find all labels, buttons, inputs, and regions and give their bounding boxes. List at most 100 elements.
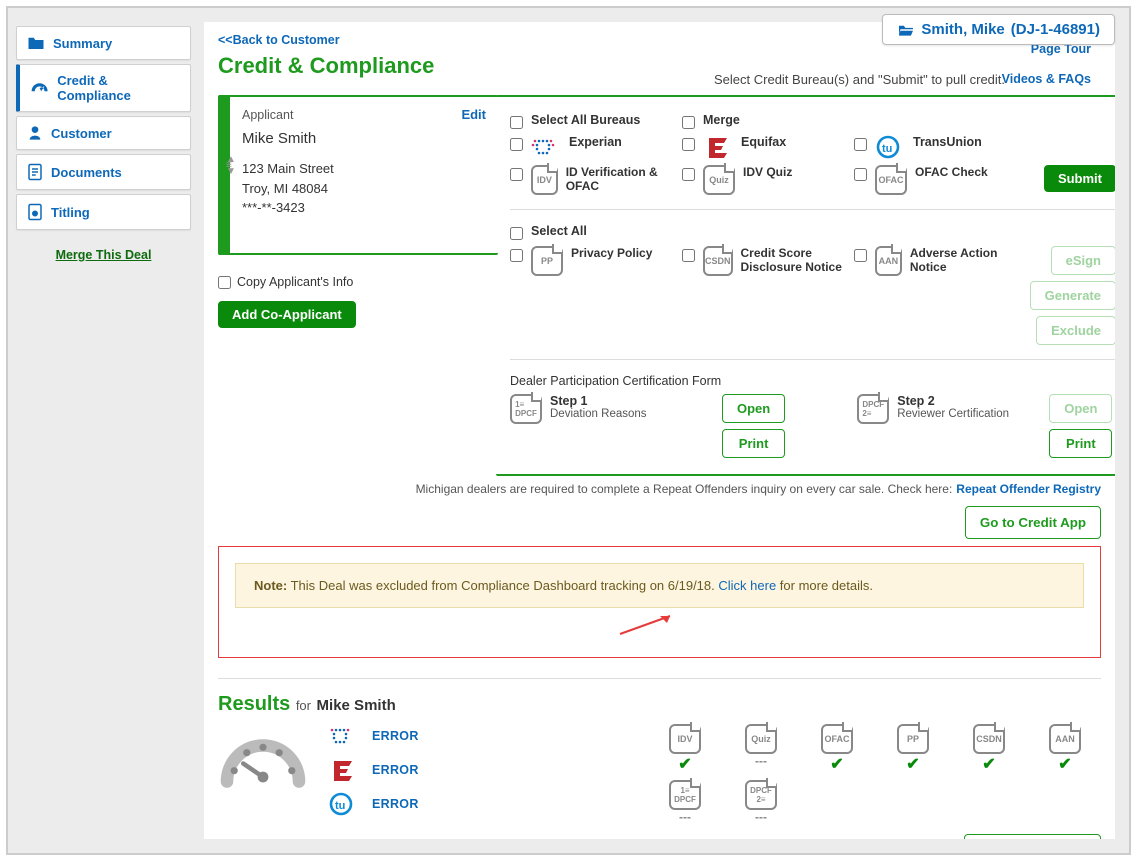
ofac-status-icon: OFAC bbox=[821, 724, 853, 754]
dpcf-step1-label: Step 1 bbox=[550, 394, 647, 408]
gauge-icon bbox=[30, 80, 49, 96]
note-prefix: Note: bbox=[254, 578, 287, 593]
dpcf-step1-sub: Deviation Reasons bbox=[550, 408, 647, 421]
dpcf1-open-button[interactable]: Open bbox=[722, 394, 785, 423]
repeat-offender-link[interactable]: Repeat Offender Registry bbox=[956, 482, 1101, 496]
dpcf2-status-icon: DPCF2≡ bbox=[745, 780, 777, 810]
merge-checkbox[interactable]: Merge bbox=[682, 113, 842, 129]
experian-label: Experian bbox=[569, 135, 622, 150]
note-link[interactable]: Click here bbox=[718, 578, 776, 593]
instruction-text: Select Credit Bureau(s) and "Submit" to … bbox=[714, 72, 1005, 87]
dpcf1-icon: 1≡DPCF bbox=[510, 394, 542, 424]
transunion-icon: tu bbox=[875, 135, 905, 159]
customer-badge[interactable]: Smith, Mike (DJ-1-46891) bbox=[882, 14, 1115, 45]
aan-status-icon: AAN bbox=[1049, 724, 1081, 754]
pp-status: ✔ bbox=[877, 754, 949, 774]
dpcf2-open-button[interactable]: Open bbox=[1049, 394, 1112, 423]
transunion-label: TransUnion bbox=[913, 135, 982, 150]
dpcf2-print-button[interactable]: Print bbox=[1049, 429, 1112, 458]
equifax-checkbox[interactable]: Equifax bbox=[682, 135, 842, 159]
select-all-bureaus[interactable]: Select All Bureaus bbox=[510, 113, 670, 129]
edit-applicant-link[interactable]: Edit bbox=[461, 107, 486, 122]
ofac-status: ✔ bbox=[801, 754, 873, 774]
michigan-notice: Michigan dealers are required to complet… bbox=[416, 482, 953, 496]
equifax-error: ERROR bbox=[372, 763, 419, 777]
quiz-status-icon: Quiz bbox=[745, 724, 777, 754]
applicant-address-line2: Troy, MI 48084 bbox=[242, 179, 486, 199]
note-body: This Deal was excluded from Compliance D… bbox=[287, 578, 718, 593]
csdn-icon: CSDN bbox=[703, 246, 733, 276]
nav-titling[interactable]: Titling bbox=[16, 194, 191, 230]
nav-credit-label: Credit & Compliance bbox=[57, 73, 180, 103]
main-content: <<Back to Customer Page Tour Videos & FA… bbox=[204, 22, 1115, 839]
go-to-credit-app-button[interactable]: Go to Credit App bbox=[965, 506, 1101, 539]
csdn-label: Credit Score Disclosure Notice bbox=[741, 246, 842, 275]
privacy-policy-label: Privacy Policy bbox=[571, 246, 652, 260]
drag-handle-icon[interactable]: ▲≡▼ bbox=[226, 157, 236, 175]
privacy-policy-checkbox[interactable]: PP Privacy Policy bbox=[510, 246, 670, 276]
add-co-applicant-button[interactable]: Add Co-Applicant bbox=[218, 301, 356, 328]
experian-error: ERROR bbox=[372, 729, 419, 743]
select-all-bureaus-label: Select All Bureaus bbox=[531, 113, 640, 128]
dpcf1-status-icon: 1≡DPCF bbox=[669, 780, 701, 810]
experian-result: ERROR bbox=[328, 724, 419, 748]
experian-checkbox[interactable]: Experian bbox=[510, 135, 670, 159]
merge-label: Merge bbox=[703, 113, 740, 128]
transunion-result: tu ERROR bbox=[328, 792, 419, 816]
folder-open-icon bbox=[897, 23, 915, 37]
submit-button[interactable]: Submit bbox=[1044, 165, 1115, 192]
transunion-checkbox[interactable]: tu TransUnion bbox=[854, 135, 1014, 159]
copy-applicant-label: Copy Applicant's Info bbox=[237, 275, 353, 289]
annotation-arrow-icon bbox=[615, 610, 685, 638]
results-heading: Results bbox=[218, 693, 290, 715]
aan-checkbox[interactable]: AAN Adverse Action Notice bbox=[854, 246, 1014, 276]
deal-id: (DJ-1-46891) bbox=[1011, 21, 1100, 38]
idv-label: ID Verification & OFAC bbox=[566, 165, 670, 194]
person-icon bbox=[27, 125, 43, 141]
nav-customer-label: Customer bbox=[51, 126, 112, 141]
dpcf-step2-label: Step 2 bbox=[897, 394, 1009, 408]
idv-status: ✔ bbox=[649, 754, 721, 774]
svg-text:tu: tu bbox=[335, 800, 345, 812]
select-all-docs[interactable]: Select All bbox=[510, 224, 670, 240]
status-grid: IDV✔ Quiz--- OFAC✔ PP✔ CSDN✔ AAN✔ 1≡DPCF… bbox=[649, 724, 1101, 824]
dpcf2-status: --- bbox=[725, 810, 797, 824]
idv-status-icon: IDV bbox=[669, 724, 701, 754]
exclude-button[interactable]: Exclude bbox=[1036, 316, 1115, 345]
quiz-status: --- bbox=[725, 754, 797, 768]
applicant-address-line1: 123 Main Street bbox=[242, 159, 486, 179]
ofac-checkbox[interactable]: OFAC OFAC Check bbox=[854, 165, 1014, 195]
applicant-name: Mike Smith bbox=[242, 130, 486, 147]
note-suffix: for more details. bbox=[776, 578, 873, 593]
results-name: Mike Smith bbox=[317, 697, 396, 714]
idv-quiz-label: IDV Quiz bbox=[743, 165, 792, 179]
print-documents-button[interactable]: Print Documents bbox=[964, 834, 1101, 839]
document-icon bbox=[27, 163, 43, 181]
nav-titling-label: Titling bbox=[51, 205, 90, 220]
privacy-policy-icon: PP bbox=[531, 246, 563, 276]
nav-documents[interactable]: Documents bbox=[16, 154, 191, 190]
sidebar: Summary Credit & Compliance Customer Doc… bbox=[16, 26, 191, 262]
ofac-icon: OFAC bbox=[875, 165, 907, 195]
merge-deal-link[interactable]: Merge This Deal bbox=[16, 248, 191, 262]
back-to-customer-link[interactable]: <<Back to Customer bbox=[218, 33, 340, 47]
aan-label: Adverse Action Notice bbox=[910, 246, 1014, 275]
csdn-status-icon: CSDN bbox=[973, 724, 1005, 754]
svg-text:tu: tu bbox=[882, 143, 892, 155]
copy-applicant-checkbox[interactable] bbox=[218, 276, 231, 289]
idv-icon: IDV bbox=[531, 165, 558, 195]
nav-customer[interactable]: Customer bbox=[16, 116, 191, 150]
generate-button[interactable]: Generate bbox=[1030, 281, 1115, 310]
transunion-error: ERROR bbox=[372, 797, 419, 811]
idv-quiz-checkbox[interactable]: Quiz IDV Quiz bbox=[682, 165, 842, 195]
dpcf1-print-button[interactable]: Print bbox=[722, 429, 785, 458]
titling-icon bbox=[27, 203, 43, 221]
csdn-status: ✔ bbox=[953, 754, 1025, 774]
nav-credit-compliance[interactable]: Credit & Compliance bbox=[16, 64, 191, 112]
dpcf1-status: --- bbox=[649, 810, 721, 824]
csdn-checkbox[interactable]: CSDN Credit Score Disclosure Notice bbox=[682, 246, 842, 276]
videos-faqs-link[interactable]: Videos & FAQs bbox=[1002, 72, 1091, 86]
esign-button[interactable]: eSign bbox=[1051, 246, 1115, 275]
idv-checkbox[interactable]: IDV ID Verification & OFAC bbox=[510, 165, 670, 195]
nav-summary[interactable]: Summary bbox=[16, 26, 191, 60]
